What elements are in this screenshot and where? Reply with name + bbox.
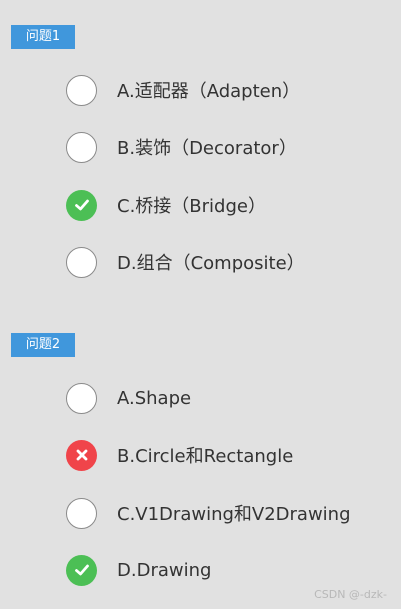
q1-option-b[interactable]: B.装饰（Decorator） bbox=[66, 130, 297, 164]
option-label: A.Shape bbox=[117, 387, 192, 409]
option-label: B.Circle和Rectangle bbox=[117, 446, 294, 467]
question-2-header: 问题2 bbox=[11, 333, 75, 357]
empty-radio-icon[interactable] bbox=[66, 382, 97, 414]
option-label: D.组合（Composite） bbox=[117, 253, 305, 274]
q1-option-c[interactable]: C.桥接（Bridge） bbox=[66, 188, 266, 222]
checkmark-icon[interactable] bbox=[66, 554, 97, 586]
q1-option-d[interactable]: D.组合（Composite） bbox=[66, 245, 305, 279]
checkmark-icon[interactable] bbox=[66, 189, 97, 221]
option-label: C.桥接（Bridge） bbox=[117, 196, 266, 217]
empty-radio-icon[interactable] bbox=[66, 131, 97, 163]
option-label: B.装饰（Decorator） bbox=[117, 138, 297, 159]
q2-option-a[interactable]: A.Shape bbox=[66, 381, 191, 415]
question-1-header: 问题1 bbox=[11, 25, 75, 49]
q2-option-c[interactable]: C.V1Drawing和V2Drawing bbox=[66, 496, 351, 530]
option-label: A.适配器（Adapten） bbox=[117, 81, 301, 102]
q1-option-a[interactable]: A.适配器（Adapten） bbox=[66, 73, 300, 107]
option-label: C.V1Drawing和V2Drawing bbox=[117, 504, 351, 525]
empty-radio-icon[interactable] bbox=[66, 246, 97, 278]
empty-radio-icon[interactable] bbox=[66, 497, 97, 529]
option-label: D.Drawing bbox=[117, 559, 212, 581]
cross-icon[interactable] bbox=[66, 439, 97, 471]
q2-option-d[interactable]: D.Drawing bbox=[66, 553, 211, 587]
watermark: CSDN @-dzk- bbox=[314, 588, 387, 601]
q2-option-b[interactable]: B.Circle和Rectangle bbox=[66, 438, 293, 472]
empty-radio-icon[interactable] bbox=[66, 74, 97, 106]
